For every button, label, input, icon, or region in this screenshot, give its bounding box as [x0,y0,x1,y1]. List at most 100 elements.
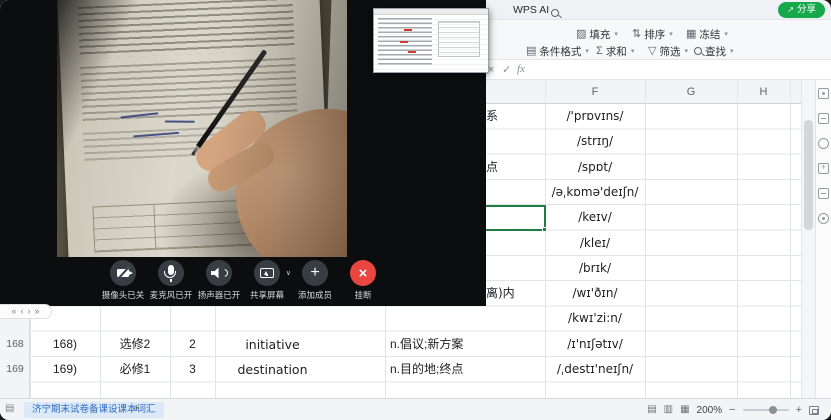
phonetic-cell[interactable]: /əˌkɒmə'deɪʃn/ [545,180,645,205]
camera-label: 摄像头已关 [102,289,145,301]
index-cell[interactable]: 169) [30,357,100,382]
printed-text-block [78,0,295,59]
share-screen-label: 共享屏幕 [250,289,284,301]
hang-up-button[interactable]: 挂断 [340,260,386,301]
handwriting-ink [120,112,158,118]
definition-cell[interactable]: n.目的地;终点 [385,357,545,382]
speaker-arc-glyph [220,269,228,277]
zoom-slider[interactable] [743,409,789,411]
screen: WPS AI ↗ 分享 ▨ 填充 ⇅ 排序 ▦ 冻结 ▤ 条件格式 Σ 求和 ▽ [0,0,831,420]
phonetic-cell[interactable]: /strɪŋ/ [545,129,645,154]
add-member-button[interactable]: 添加成员 [292,260,338,301]
definition-fragment-cell[interactable]: 点 [486,155,544,180]
column-header-f[interactable]: F [545,80,645,104]
ribbon-freeze-button[interactable]: ▦ 冻结 [686,26,728,42]
row-number[interactable]: 168 [0,332,30,357]
fullscreen-icon[interactable] [809,406,819,415]
phonetic-cell[interactable]: /wɪ'ðɪn/ [545,281,645,306]
scrollbar-thumb[interactable] [804,120,813,230]
unit-cell[interactable]: 3 [170,357,215,382]
speaker-toggle-button[interactable]: 扬声器已开 [196,260,242,301]
sidebar-icon-6[interactable] [818,213,829,224]
prev-page-icon[interactable]: ‹ [21,305,24,318]
share-button[interactable]: ↗ 分享 [778,2,825,18]
sheet-list-icon[interactable]: ▤ [5,403,14,415]
ribbon-sort-button[interactable]: ⇅ 排序 [632,26,673,42]
sidebar-icon-5[interactable] [818,188,829,199]
preview-content [374,15,488,71]
zoom-slider-knob[interactable] [769,406,777,414]
column-header-g[interactable]: G [645,80,737,104]
handwriting-ink [133,132,179,138]
ribbon-filter-button[interactable]: ▽ 筛选 [648,43,688,59]
book-cell[interactable]: 选修2 [100,332,170,357]
next-page-icon[interactable]: › [28,305,31,318]
ribbon-conditional-format-button[interactable]: ▤ 条件格式 [526,43,589,59]
sidebar-icon-3[interactable] [818,138,829,149]
phonetic-cell[interactable]: /kwɪ'zi:n/ [545,306,645,331]
phonetic-cell[interactable]: /brɪk/ [545,256,645,281]
zoom-level: 200% [697,405,723,416]
page-break-view-icon[interactable]: ▦ [680,404,689,416]
definition-fragment-cell[interactable]: 系 [486,104,544,129]
filter-icon: ▽ [648,46,656,57]
phonetic-cell[interactable]: /keɪv/ [545,205,645,230]
sidebar-icon-4[interactable] [818,163,829,174]
sum-icon: Σ [596,46,603,57]
ribbon-sum-label: 求和 [606,44,627,59]
answer-table [92,198,294,253]
sidebar-icon-2[interactable] [818,113,829,124]
sidebar-icon-1[interactable] [818,88,829,99]
zoom-in-button[interactable]: + [796,404,802,416]
preview-red-mark [400,41,408,43]
page-layout-view-icon[interactable]: ▥ [664,404,673,416]
add-member-icon [302,260,328,286]
row-number[interactable]: 169 [0,357,30,382]
word-cell[interactable]: destination [215,357,330,382]
right-sidebar [815,80,831,398]
definition-cell[interactable]: n.倡议;新方案 [385,332,545,357]
phonetic-cell[interactable]: /spɒt/ [545,155,645,180]
zoom-out-button[interactable]: − [729,404,735,416]
first-page-icon[interactable]: « [11,305,16,318]
phonetic-cell[interactable]: /ɪ'nɪʃətɪv/ [545,332,645,357]
add-sheet-button[interactable]: + [133,401,140,415]
ribbon-sum-button[interactable]: Σ 求和 [596,43,634,59]
vertical-scrollbar[interactable] [801,80,815,398]
word-cell[interactable]: initiative [215,332,330,357]
phonetic-cell[interactable]: /ˌdestɪ'neɪʃn/ [545,357,645,382]
index-cell[interactable]: 168) [30,332,100,357]
screen-share-preview-window[interactable] [373,8,489,73]
finger [203,138,278,197]
fx-icon[interactable]: fx [517,62,525,76]
camera-off-icon [110,260,136,286]
last-page-icon[interactable]: » [35,305,40,318]
exam-paper [57,0,331,257]
handwriting-ink [165,120,195,122]
unit-cell[interactable]: 2 [170,332,215,357]
share-screen-button[interactable]: ∨ 共享屏幕 [244,260,290,301]
ribbon-sort-label: 排序 [644,27,665,42]
confirm-entry-icon[interactable]: ✓ [502,63,511,77]
palm [212,85,347,257]
share-screen-icon [254,260,280,286]
column-header-h[interactable]: H [737,80,790,104]
ribbon-find-label: 查找 [705,44,726,59]
camera-toggle-button[interactable]: 摄像头已关 [100,260,146,301]
sheet-tab[interactable]: 济宁期末试卷备课设课本词汇 [24,402,164,418]
phonetic-cell[interactable]: /'prɒvɪns/ [545,104,645,129]
meeting-controls-bar: 摄像头已关 麦克风已开 扬声器已开 [0,260,486,301]
ribbon-fill-button[interactable]: ▨ 填充 [576,26,618,42]
definition-fragment-cell[interactable]: 离)内 [486,281,544,306]
chevron-down-icon[interactable]: ∨ [286,269,291,277]
tab-wps-ai[interactable]: WPS AI [513,3,549,17]
book-cell[interactable]: 必修1 [100,357,170,382]
ribbon-find-button[interactable]: 查找 [694,43,734,59]
paper-edge [323,0,347,257]
microphone-toggle-button[interactable]: 麦克风已开 [148,260,194,301]
printed-text-block [83,126,234,161]
sort-icon: ⇅ [632,29,641,40]
add-member-label: 添加成员 [298,289,332,301]
phonetic-cell[interactable]: /kleɪ/ [545,231,645,256]
normal-view-icon[interactable]: ▤ [647,404,656,416]
